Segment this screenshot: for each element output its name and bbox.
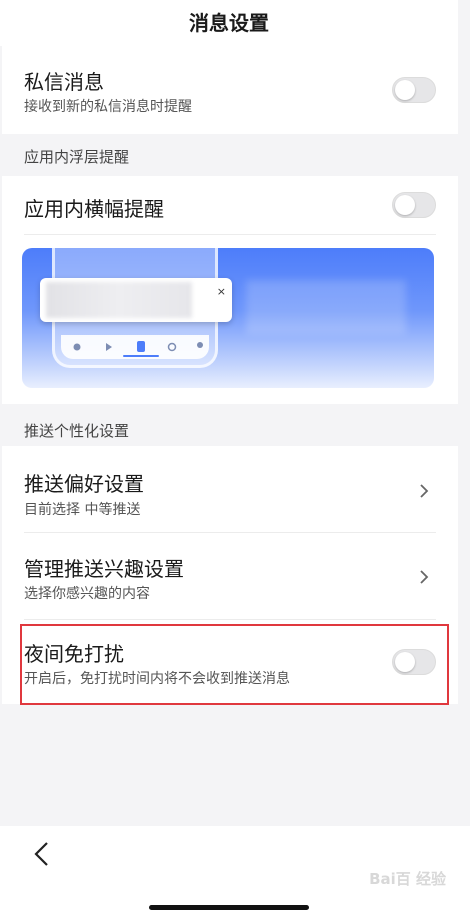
chevron-right-icon bbox=[420, 484, 429, 498]
page-title: 消息设置 bbox=[189, 11, 269, 35]
push-preference-label: 推送偏好设置 bbox=[24, 472, 144, 496]
banner-toggle-row: 应用内横幅提醒 bbox=[2, 176, 458, 234]
private-message-row: 私信消息 接收到新的私信消息时提醒 bbox=[2, 46, 458, 134]
banner-popup: × bbox=[40, 278, 232, 322]
in-app-section-title: 应用内浮层提醒 bbox=[24, 148, 130, 166]
private-message-card: 私信消息 接收到新的私信消息时提醒 bbox=[2, 46, 458, 134]
push-section-title: 推送个性化设置 bbox=[24, 422, 130, 440]
private-message-desc: 接收到新的私信消息时提醒 bbox=[24, 99, 192, 115]
push-section-heading: 推送个性化设置 bbox=[2, 404, 458, 446]
phone-nav-bar bbox=[61, 335, 209, 359]
banner-preview-image: × bbox=[22, 248, 434, 388]
private-message-toggle[interactable] bbox=[392, 77, 436, 103]
chevron-left-icon[interactable] bbox=[30, 840, 54, 868]
banner-toggle-label: 应用内横幅提醒 bbox=[24, 197, 164, 221]
divider bbox=[24, 234, 436, 235]
highlight-box bbox=[20, 624, 449, 705]
push-interest-row[interactable]: 管理推送兴趣设置 选择你感兴趣的内容 bbox=[2, 533, 458, 619]
toggle-knob bbox=[395, 80, 415, 100]
close-icon: × bbox=[216, 285, 226, 298]
private-message-label: 私信消息 bbox=[24, 70, 104, 94]
push-interest-label: 管理推送兴趣设置 bbox=[24, 557, 184, 581]
in-app-section-heading: 应用内浮层提醒 bbox=[2, 134, 458, 176]
toggle-knob bbox=[395, 195, 415, 215]
watermark: Bai百 经验 bbox=[369, 870, 446, 888]
chevron-right-icon bbox=[420, 570, 429, 584]
push-preference-desc: 目前选择 中等推送 bbox=[24, 502, 141, 518]
phone-nav-icons bbox=[73, 341, 203, 357]
top-header: 消息设置 bbox=[0, 0, 458, 46]
push-preference-row[interactable]: 推送偏好设置 目前选择 中等推送 bbox=[2, 446, 458, 532]
banner-glow bbox=[246, 280, 406, 334]
home-indicator bbox=[149, 905, 309, 910]
banner-toggle[interactable] bbox=[392, 192, 436, 218]
popup-blurred-content bbox=[46, 282, 192, 318]
push-interest-desc: 选择你感兴趣的内容 bbox=[24, 586, 150, 602]
